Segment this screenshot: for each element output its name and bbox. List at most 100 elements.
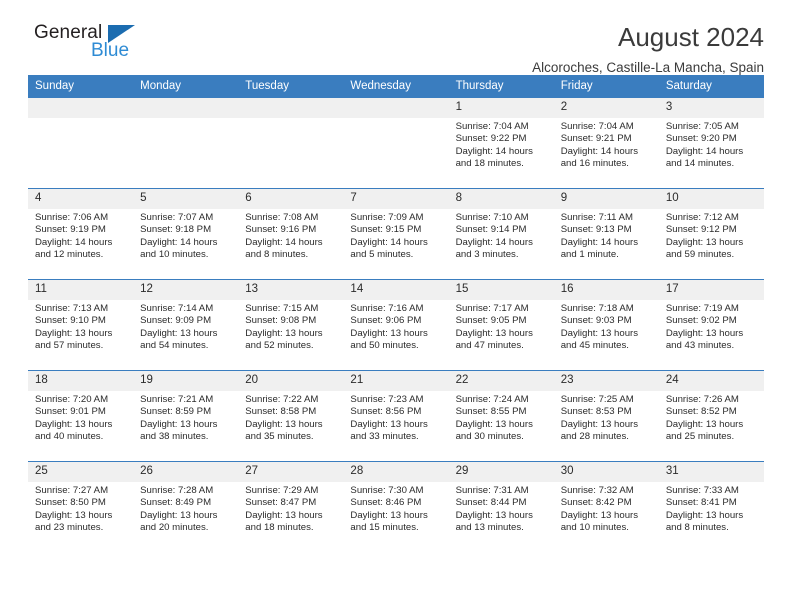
sunrise-text: Sunrise: 7:28 AM bbox=[140, 485, 214, 496]
calendar-day-cell[interactable]: 19 Sunrise: 7:21 AM Sunset: 8:59 PM Dayligh… bbox=[133, 370, 239, 462]
daylight-text-line1: Daylight: 13 hours bbox=[455, 418, 533, 430]
calendar-day-cell[interactable]: 1 Sunrise: 7:04 AM Sunset: 9:22 PM Daylight… bbox=[448, 97, 554, 189]
calendar-day-cell[interactable]: 6 Sunrise: 7:08 AM Sunset: 9:16 PM Daylight… bbox=[238, 188, 344, 280]
daylight-text-line1: Daylight: 13 hours bbox=[245, 418, 323, 430]
sunrise-text: Sunrise: 7:05 AM bbox=[665, 121, 739, 132]
day-details: Sunrise: 7:18 AM Sunset: 9:03 PM Daylight:… bbox=[554, 300, 659, 353]
day-details: Sunrise: 7:15 AM Sunset: 9:08 PM Daylight:… bbox=[238, 300, 343, 353]
calendar-day-cell[interactable]: 11 Sunrise: 7:13 AM Sunset: 9:10 PM Dayligh… bbox=[28, 279, 134, 371]
daylight-text-line1: Daylight: 14 hours bbox=[140, 236, 218, 248]
calendar-week-row: 18 Sunrise: 7:20 AM Sunset: 9:01 PM Dayligh… bbox=[28, 370, 764, 462]
calendar-day-cell[interactable]: 2 Sunrise: 7:04 AM Sunset: 9:21 PM Daylight… bbox=[553, 97, 659, 189]
day-details: Sunrise: 7:06 AM Sunset: 9:19 PM Daylight:… bbox=[28, 209, 133, 262]
sunrise-text: Sunrise: 7:23 AM bbox=[350, 394, 424, 405]
sunrise-text: Sunrise: 7:31 AM bbox=[455, 485, 529, 496]
sunrise-text: Sunrise: 7:04 AM bbox=[560, 121, 634, 132]
calendar-day-cell[interactable]: 25 Sunrise: 7:27 AM Sunset: 8:50 PM Dayligh… bbox=[28, 461, 134, 552]
calendar-day-cell[interactable]: 12 Sunrise: 7:14 AM Sunset: 9:09 PM Dayligh… bbox=[133, 279, 239, 371]
daylight-text-line2: and 1 minute. bbox=[560, 249, 619, 261]
daylight-text-line1: Daylight: 14 hours bbox=[35, 236, 113, 248]
daylight-text-line1: Daylight: 13 hours bbox=[665, 418, 744, 430]
sunrise-text: Sunrise: 7:09 AM bbox=[350, 212, 424, 223]
sunrise-text: Sunrise: 7:08 AM bbox=[245, 212, 319, 223]
calendar-day-cell[interactable]: 21 Sunrise: 7:23 AM Sunset: 8:56 PM Dayligh… bbox=[343, 370, 449, 462]
daylight-text-line2: and 3 minutes. bbox=[455, 249, 519, 261]
calendar-day-cell[interactable]: 30 Sunrise: 7:32 AM Sunset: 8:42 PM Dayligh… bbox=[553, 461, 659, 552]
calendar-day-cell[interactable]: 16 Sunrise: 7:18 AM Sunset: 9:03 PM Dayligh… bbox=[553, 279, 659, 371]
calendar-day-cell[interactable]: 5 Sunrise: 7:07 AM Sunset: 9:18 PM Daylight… bbox=[133, 188, 239, 280]
sunrise-text: Sunrise: 7:19 AM bbox=[665, 303, 739, 314]
day-details: Sunrise: 7:24 AM Sunset: 8:55 PM Daylight:… bbox=[449, 391, 554, 444]
calendar-day-cell[interactable]: 27 Sunrise: 7:29 AM Sunset: 8:47 PM Dayligh… bbox=[238, 461, 344, 552]
daylight-text-line1: Daylight: 13 hours bbox=[350, 418, 428, 430]
sunrise-text: Sunrise: 7:32 AM bbox=[560, 485, 634, 496]
calendar-day-cell[interactable]: 10 Sunrise: 7:12 AM Sunset: 9:12 PM Dayligh… bbox=[658, 188, 764, 280]
calendar-day-cell[interactable]: 9 Sunrise: 7:11 AM Sunset: 9:13 PM Daylight… bbox=[553, 188, 659, 280]
daylight-text-line1: Daylight: 13 hours bbox=[350, 327, 428, 339]
day-number: 20 bbox=[238, 371, 344, 391]
sunset-text: Sunset: 9:16 PM bbox=[245, 224, 317, 236]
calendar-day-cell[interactable]: 13 Sunrise: 7:15 AM Sunset: 9:08 PM Dayligh… bbox=[238, 279, 344, 371]
sunset-text: Sunset: 9:06 PM bbox=[350, 315, 422, 327]
day-number: 19 bbox=[133, 371, 239, 391]
sunrise-text: Sunrise: 7:11 AM bbox=[560, 212, 634, 223]
calendar-day-cell[interactable]: 28 Sunrise: 7:30 AM Sunset: 8:46 PM Dayligh… bbox=[343, 461, 449, 552]
calendar-day-cell[interactable]: 24 Sunrise: 7:26 AM Sunset: 8:52 PM Dayligh… bbox=[658, 370, 764, 462]
sunset-text: Sunset: 8:50 PM bbox=[35, 497, 106, 509]
day-number: 2 bbox=[553, 98, 659, 118]
calendar-day-cell[interactable]: 17 Sunrise: 7:19 AM Sunset: 9:02 PM Dayligh… bbox=[658, 279, 764, 371]
daylight-text-line1: Daylight: 13 hours bbox=[35, 509, 113, 521]
title-block: August 2024 Alcoroches, Castille-La Manc… bbox=[148, 22, 764, 78]
sunrise-text: Sunrise: 7:10 AM bbox=[455, 212, 529, 223]
weekday-header-row: Sunday Monday Tuesday Wednesday Thursday… bbox=[28, 75, 764, 98]
sunrise-text: Sunrise: 7:06 AM bbox=[35, 212, 109, 223]
day-number: 7 bbox=[343, 189, 449, 209]
daylight-text-line2: and 10 minutes. bbox=[140, 249, 209, 261]
sunrise-text: Sunrise: 7:30 AM bbox=[350, 485, 424, 496]
day-details: Sunrise: 7:28 AM Sunset: 8:49 PM Daylight:… bbox=[133, 482, 238, 535]
calendar-day-cell[interactable]: 18 Sunrise: 7:20 AM Sunset: 9:01 PM Dayligh… bbox=[28, 370, 134, 462]
calendar-week-row: 11 Sunrise: 7:13 AM Sunset: 9:10 PM Dayligh… bbox=[28, 279, 764, 371]
daylight-text-line1: Daylight: 13 hours bbox=[245, 509, 323, 521]
daylight-text-line2: and 8 minutes. bbox=[665, 522, 729, 534]
sunrise-text: Sunrise: 7:21 AM bbox=[140, 394, 214, 405]
calendar-day-cell[interactable]: 20 Sunrise: 7:22 AM Sunset: 8:58 PM Dayligh… bbox=[238, 370, 344, 462]
weekday-header-monday: Monday bbox=[133, 75, 239, 98]
day-details: Sunrise: 7:12 AM Sunset: 9:12 PM Daylight:… bbox=[659, 209, 764, 262]
daylight-text-line2: and 13 minutes. bbox=[455, 522, 524, 534]
day-number: 11 bbox=[28, 280, 134, 300]
day-details: Sunrise: 7:17 AM Sunset: 9:05 PM Daylight:… bbox=[449, 300, 554, 353]
calendar-day-cell[interactable]: 7 Sunrise: 7:09 AM Sunset: 9:15 PM Daylight… bbox=[343, 188, 449, 280]
calendar-day-cell[interactable]: 14 Sunrise: 7:16 AM Sunset: 9:06 PM Dayligh… bbox=[343, 279, 449, 371]
daylight-text-line1: Daylight: 14 hours bbox=[560, 145, 639, 157]
sunset-text: Sunset: 8:56 PM bbox=[350, 406, 422, 418]
calendar-day-cell[interactable]: 8 Sunrise: 7:10 AM Sunset: 9:14 PM Daylight… bbox=[448, 188, 554, 280]
sunrise-text: Sunrise: 7:07 AM bbox=[140, 212, 214, 223]
daylight-text-line2: and 30 minutes. bbox=[455, 431, 524, 443]
daylight-text-line2: and 57 minutes. bbox=[35, 340, 104, 352]
day-details: Sunrise: 7:07 AM Sunset: 9:18 PM Daylight:… bbox=[133, 209, 238, 262]
calendar-day-cell[interactable]: 26 Sunrise: 7:28 AM Sunset: 8:49 PM Dayligh… bbox=[133, 461, 239, 552]
daylight-text-line2: and 20 minutes. bbox=[140, 522, 209, 534]
sunrise-text: Sunrise: 7:15 AM bbox=[245, 303, 319, 314]
sunrise-text: Sunrise: 7:14 AM bbox=[140, 303, 214, 314]
day-number: 6 bbox=[238, 189, 344, 209]
calendar-day-cell[interactable]: 3 Sunrise: 7:05 AM Sunset: 9:20 PM Daylight… bbox=[658, 97, 764, 189]
daylight-text-line1: Daylight: 13 hours bbox=[140, 509, 218, 521]
calendar-day-cell[interactable]: 15 Sunrise: 7:17 AM Sunset: 9:05 PM Dayligh… bbox=[448, 279, 554, 371]
calendar-day-cell[interactable]: 4 Sunrise: 7:06 AM Sunset: 9:19 PM Daylight… bbox=[28, 188, 134, 280]
daylight-text-line1: Daylight: 13 hours bbox=[665, 236, 744, 248]
daylight-text-line2: and 59 minutes. bbox=[665, 249, 735, 261]
daylight-text-line2: and 45 minutes. bbox=[560, 340, 629, 352]
day-number: 29 bbox=[448, 462, 554, 482]
day-details: Sunrise: 7:04 AM Sunset: 9:21 PM Daylight:… bbox=[554, 118, 659, 171]
calendar-day-cell[interactable]: 31 Sunrise: 7:33 AM Sunset: 8:41 PM Dayligh… bbox=[658, 461, 764, 552]
sunset-text: Sunset: 8:49 PM bbox=[140, 497, 212, 509]
calendar-day-cell[interactable]: 23 Sunrise: 7:25 AM Sunset: 8:53 PM Dayligh… bbox=[553, 370, 659, 462]
calendar-day-cell[interactable]: 29 Sunrise: 7:31 AM Sunset: 8:44 PM Dayligh… bbox=[448, 461, 554, 552]
calendar-day-cell[interactable]: 22 Sunrise: 7:24 AM Sunset: 8:55 PM Dayligh… bbox=[448, 370, 554, 462]
daylight-text-line2: and 18 minutes. bbox=[245, 522, 314, 534]
calendar-cell-empty bbox=[133, 97, 239, 189]
sunrise-text: Sunrise: 7:29 AM bbox=[245, 485, 319, 496]
day-details: Sunrise: 7:09 AM Sunset: 9:15 PM Daylight:… bbox=[343, 209, 448, 262]
